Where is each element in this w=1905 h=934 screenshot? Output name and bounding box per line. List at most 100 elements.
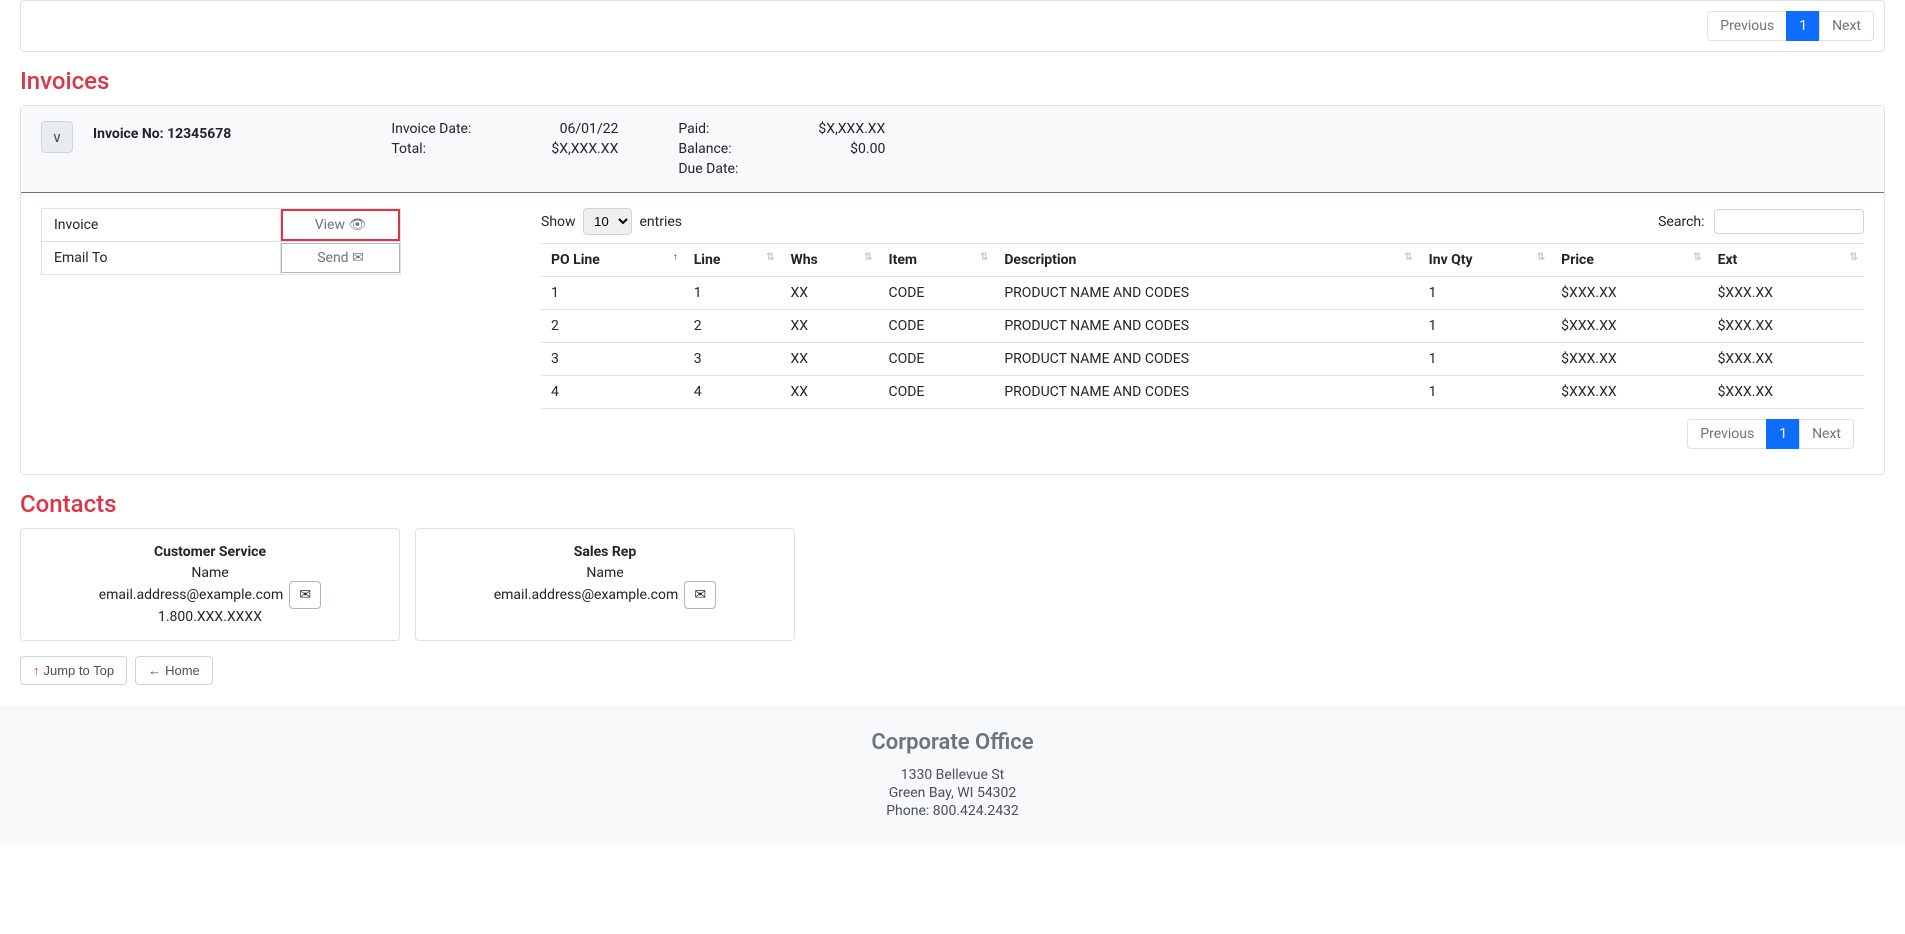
- cell-ext: $XXX.XX: [1708, 277, 1864, 310]
- page-1-button[interactable]: 1: [1786, 11, 1820, 41]
- table-row: 44XXCODEPRODUCT NAME AND CODES1$XXX.XX$X…: [541, 376, 1864, 409]
- invoice-detail: Show 10 entries Search: PO Line Line: [541, 208, 1864, 459]
- table-row: 33XXCODEPRODUCT NAME AND CODES1$XXX.XX$X…: [541, 343, 1864, 376]
- up-arrow-icon: ↑: [33, 663, 40, 678]
- cell-line: 2: [684, 310, 781, 343]
- envelope-icon: ✉: [694, 587, 706, 603]
- col-line[interactable]: Line: [684, 244, 781, 277]
- cell-whs: XX: [780, 376, 878, 409]
- col-ext[interactable]: Ext: [1708, 244, 1864, 277]
- prev-button[interactable]: Previous: [1707, 11, 1787, 41]
- entries-select[interactable]: 10: [583, 208, 632, 235]
- invoice-total-label: Total:: [391, 141, 471, 157]
- search-control: Search:: [1658, 209, 1864, 234]
- table-row: 11XXCODEPRODUCT NAME AND CODES1$XXX.XX$X…: [541, 277, 1864, 310]
- left-arrow-icon: ←: [148, 663, 161, 678]
- cell-ext: $XXX.XX: [1708, 310, 1864, 343]
- send-button[interactable]: Send ✉: [281, 243, 400, 273]
- cell-whs: XX: [780, 310, 878, 343]
- invoice-total-value: $X,XXX.XX: [551, 141, 618, 157]
- cell-item: CODE: [878, 310, 994, 343]
- search-input[interactable]: [1714, 209, 1864, 234]
- cell-ext: $XXX.XX: [1708, 343, 1864, 376]
- cell-item: CODE: [878, 376, 994, 409]
- jump-to-top-button[interactable]: ↑ Jump to Top: [20, 656, 127, 685]
- contacts-heading: Contacts: [20, 490, 1885, 518]
- upper-card: Previous 1 Next: [20, 0, 1885, 52]
- cell-line: 1: [684, 277, 781, 310]
- col-whs[interactable]: Whs: [780, 244, 878, 277]
- cell-poline: 3: [541, 343, 684, 376]
- show-entries-control: Show 10 entries: [541, 208, 682, 235]
- cell-whs: XX: [780, 343, 878, 376]
- prev-button-2[interactable]: Previous: [1687, 419, 1767, 449]
- invoice-balance-value: $0.00: [818, 141, 885, 157]
- collapse-toggle[interactable]: ∨: [41, 121, 73, 153]
- rep-email: email.address@example.com: [494, 587, 679, 603]
- eye-icon: 👁: [348, 217, 366, 233]
- cell-description: PRODUCT NAME AND CODES: [994, 343, 1418, 376]
- customer-service-card: Customer Service Name email.address@exam…: [20, 528, 400, 641]
- cell-poline: 2: [541, 310, 684, 343]
- next-button-2[interactable]: Next: [1799, 419, 1854, 449]
- col-price[interactable]: Price: [1551, 244, 1707, 277]
- cell-poline: 4: [541, 376, 684, 409]
- view-button[interactable]: View 👁: [281, 209, 400, 241]
- action-emailto-label: Email To: [42, 242, 281, 275]
- action-invoice-label: Invoice: [42, 209, 281, 242]
- cell-line: 4: [684, 376, 781, 409]
- envelope-icon: ✉: [352, 250, 364, 266]
- cell-price: $XXX.XX: [1551, 277, 1707, 310]
- invoice-header: ∨ Invoice No: 12345678 Invoice Date: Tot…: [21, 106, 1884, 193]
- invoice-paid-label: Paid:: [678, 121, 738, 137]
- sales-rep-card: Sales Rep Name email.address@example.com…: [415, 528, 795, 641]
- invoice-date-label: Invoice Date:: [391, 121, 471, 137]
- rep-mail-button[interactable]: ✉: [684, 581, 716, 609]
- cell-line: 3: [684, 343, 781, 376]
- col-description[interactable]: Description: [994, 244, 1418, 277]
- cell-description: PRODUCT NAME AND CODES: [994, 310, 1418, 343]
- cell-whs: XX: [780, 277, 878, 310]
- cs-name: Name: [36, 565, 384, 581]
- cs-mail-button[interactable]: ✉: [289, 581, 321, 609]
- cell-invqty: 1: [1419, 376, 1552, 409]
- search-label: Search:: [1658, 214, 1704, 230]
- rep-title: Sales Rep: [431, 544, 779, 560]
- rep-name: Name: [431, 565, 779, 581]
- cell-price: $XXX.XX: [1551, 376, 1707, 409]
- cell-price: $XXX.XX: [1551, 343, 1707, 376]
- footer-title: Corporate Office: [0, 730, 1905, 755]
- next-button[interactable]: Next: [1819, 11, 1874, 41]
- home-button[interactable]: ← Home: [135, 656, 213, 685]
- invoice-duedate-label: Due Date:: [678, 161, 738, 177]
- pagination-top: Previous 1 Next: [21, 1, 1884, 51]
- invoice-date-value: 06/01/22: [551, 121, 618, 137]
- cell-invqty: 1: [1419, 310, 1552, 343]
- footer-phone: Phone: 800.424.2432: [0, 803, 1905, 819]
- cell-description: PRODUCT NAME AND CODES: [994, 277, 1418, 310]
- cs-phone: 1.800.XXX.XXXX: [36, 609, 384, 625]
- page-1-button-2[interactable]: 1: [1766, 419, 1800, 449]
- cell-price: $XXX.XX: [1551, 310, 1707, 343]
- cs-email: email.address@example.com: [99, 587, 284, 603]
- invoice-paid-value: $X,XXX.XX: [818, 121, 885, 137]
- col-poline[interactable]: PO Line: [541, 244, 684, 277]
- cell-item: CODE: [878, 277, 994, 310]
- footer-addr2: Green Bay, WI 54302: [0, 785, 1905, 801]
- cell-ext: $XXX.XX: [1708, 376, 1864, 409]
- col-invqty[interactable]: Inv Qty: [1419, 244, 1552, 277]
- invoice-card: ∨ Invoice No: 12345678 Invoice Date: Tot…: [20, 105, 1885, 475]
- show-label: Show: [541, 214, 576, 230]
- envelope-icon: ✉: [299, 587, 311, 603]
- footer-addr1: 1330 Bellevue St: [0, 767, 1905, 783]
- invoice-actions: Invoice View 👁 Email To Send ✉: [41, 208, 401, 459]
- entries-label: entries: [640, 214, 683, 230]
- invoices-heading: Invoices: [20, 67, 1885, 95]
- cell-invqty: 1: [1419, 277, 1552, 310]
- table-row: 22XXCODEPRODUCT NAME AND CODES1$XXX.XX$X…: [541, 310, 1864, 343]
- cs-title: Customer Service: [36, 544, 384, 560]
- pagination-bottom: Previous 1 Next: [541, 409, 1864, 459]
- footer: Corporate Office 1330 Bellevue St Green …: [0, 705, 1905, 846]
- col-item[interactable]: Item: [878, 244, 994, 277]
- cell-item: CODE: [878, 343, 994, 376]
